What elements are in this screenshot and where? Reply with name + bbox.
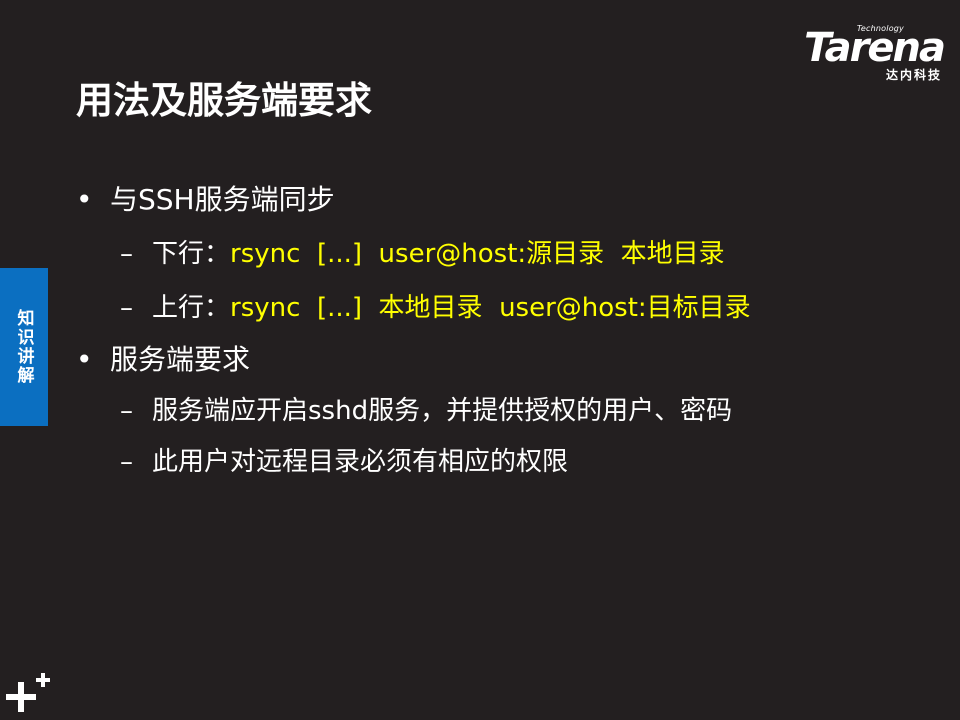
bullet-item-sync: • 与SSH服务端同步 (76, 186, 335, 214)
logo-chinese: 达内科技 (885, 68, 942, 82)
sub-item-text: 服务端应开启sshd服务，并提供授权的用户、密码 (152, 396, 733, 426)
sub-item-upload: – 上行：rsync [...] 本地目录 user@host:目标目录 (120, 295, 751, 321)
bullet-text: 与SSH服务端同步 (110, 183, 335, 216)
tarena-logo: Technology Tarena 达内科技 (782, 22, 946, 84)
logo-wordmark: Tarena (804, 25, 946, 71)
sub-item-prefix: 下行： (152, 239, 231, 269)
dash-marker: – (120, 239, 133, 269)
slide-title: 用法及服务端要求 (76, 79, 372, 122)
command-text: rsync [...] user@host:源目录 本地目录 (230, 239, 725, 269)
side-tab: 知识讲解 (0, 268, 48, 426)
bullet-item-server: • 服务端要求 (76, 346, 250, 374)
sub-item-text: 此用户对远程目录必须有相应的权限 (152, 447, 569, 477)
bullet-dot: • (76, 183, 93, 216)
command-text: rsync [...] 本地目录 user@host:目标目录 (230, 293, 751, 323)
sub-item-permission: – 此用户对远程目录必须有相应的权限 (120, 449, 568, 475)
dash-marker: – (120, 293, 133, 323)
sub-item-download: – 下行：rsync [...] user@host:源目录 本地目录 (120, 241, 725, 267)
dash-marker: – (120, 396, 133, 426)
side-tab-label: 知识讲解 (13, 309, 34, 385)
sub-item-sshd: – 服务端应开启sshd服务，并提供授权的用户、密码 (120, 398, 732, 424)
dash-marker: – (120, 447, 133, 477)
sub-item-prefix: 上行： (152, 293, 231, 323)
plus-plus-icon (6, 673, 50, 712)
bullet-dot: • (76, 343, 93, 376)
bullet-text: 服务端要求 (110, 343, 251, 376)
